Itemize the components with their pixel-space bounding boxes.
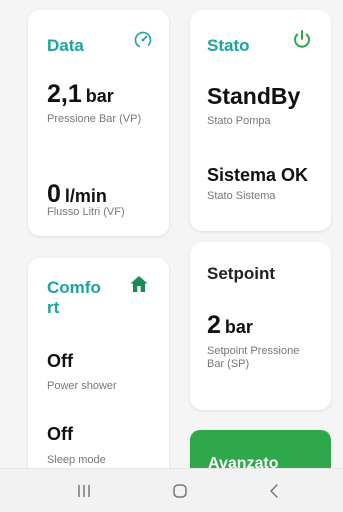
sleep-mode-value: Off — [47, 424, 73, 444]
back-icon — [270, 483, 278, 498]
pump-status-value: StandBy — [207, 83, 301, 109]
back-button[interactable] — [244, 469, 304, 512]
setpoint-caption: Setpoint Pressione Bar (SP) — [207, 345, 300, 371]
system-status-caption: Stato Sistema — [207, 190, 276, 202]
stato-card[interactable]: Stato StandBy Stato Pompa Sistema OK Sta… — [190, 10, 331, 231]
comfort-card-title: Comfo rt — [47, 278, 101, 317]
pump-status-caption: Stato Pompa — [207, 115, 271, 127]
power-icon[interactable] — [291, 28, 313, 50]
system-status-value: Sistema OK — [207, 165, 309, 185]
home-icon[interactable] — [129, 274, 149, 294]
data-card-title: Data — [47, 36, 84, 55]
flow-caption: Flusso Litri (VF) — [47, 206, 125, 218]
gauge-icon[interactable] — [133, 30, 153, 50]
setpoint-card[interactable]: Setpoint 2 bar Setpoint Pressione Bar (SP… — [190, 242, 331, 410]
home-nav-button[interactable] — [150, 469, 210, 512]
sleep-mode-caption: Sleep mode — [47, 454, 106, 466]
pressure-value: 2,1 bar — [47, 80, 114, 108]
setpoint-value: 2 bar — [207, 311, 253, 339]
stato-card-title: Stato — [207, 36, 250, 55]
flow-value: 0 l/min — [47, 180, 107, 208]
recents-icon — [78, 484, 90, 497]
pressure-caption: Pressione Bar (VP) — [47, 113, 142, 125]
setpoint-card-title: Setpoint — [207, 264, 275, 283]
recents-button[interactable] — [54, 469, 114, 512]
data-card[interactable]: Data 2,1 bar Pressione Bar (VP) 0 l/min Fl… — [28, 10, 169, 236]
power-shower-caption: Power shower — [47, 380, 117, 392]
navigation-bar — [0, 468, 343, 512]
power-shower-value: Off — [47, 351, 73, 371]
home-nav-icon — [173, 483, 187, 498]
